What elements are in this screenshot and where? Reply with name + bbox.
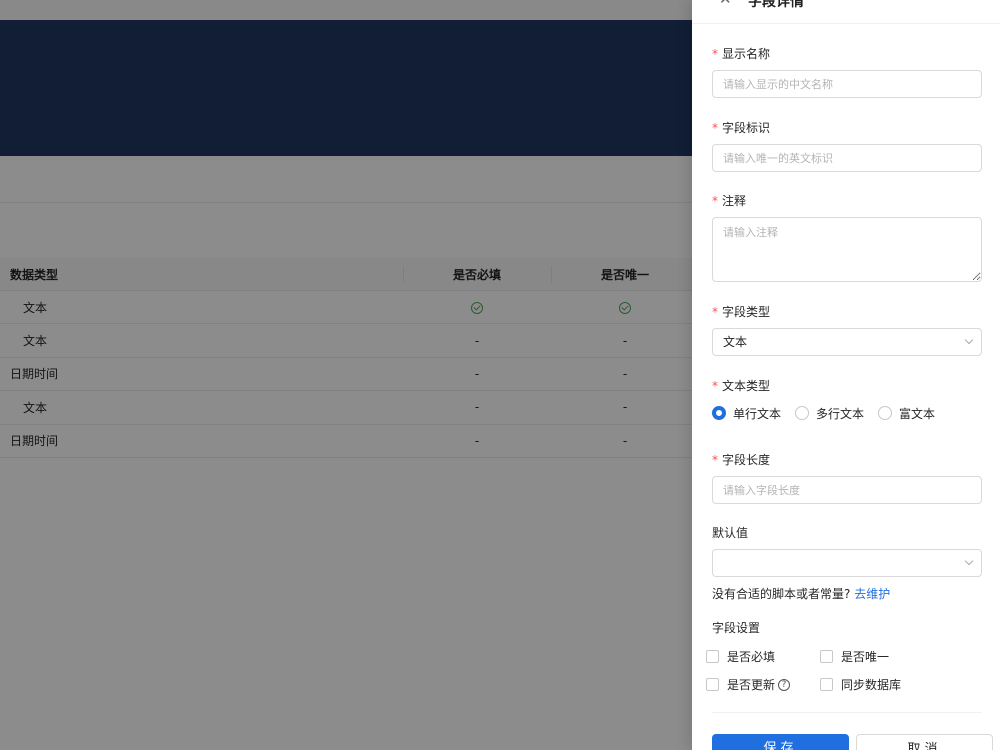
required-mark: *	[712, 121, 718, 135]
field-settings-label: 字段设置	[712, 621, 761, 635]
hint-text: 没有合适的脚本或者常量?	[712, 587, 851, 601]
field-id-input[interactable]	[712, 144, 982, 172]
chevron-down-icon	[964, 335, 974, 345]
maintain-link[interactable]: 去维护	[854, 587, 890, 601]
chevron-down-icon	[964, 556, 974, 566]
checkbox-required[interactable]: 是否必填	[706, 648, 820, 665]
display-name-label: * 显示名称	[712, 47, 771, 61]
radio-single-line[interactable]: 单行文本	[712, 405, 781, 422]
required-mark: *	[712, 379, 718, 393]
field-id-label: * 字段标识	[712, 121, 771, 135]
settings-row-1: 是否必填 是否唯一	[706, 648, 934, 665]
checkbox-sync-database[interactable]: 同步数据库	[820, 676, 934, 693]
default-value-select[interactable]	[712, 549, 982, 577]
required-mark: *	[712, 194, 718, 208]
close-icon[interactable]: ✕	[719, 0, 732, 8]
settings-row-2: 是否更新? 同步数据库	[706, 676, 934, 693]
radio-unchecked-icon	[878, 406, 893, 420]
checkbox-updatable[interactable]: 是否更新?	[706, 676, 820, 693]
checkbox-box	[706, 650, 719, 663]
save-button[interactable]: 保存	[712, 734, 849, 750]
radio-checked-icon	[712, 406, 726, 420]
display-name-input[interactable]	[712, 70, 982, 98]
comment-field: * 注释	[712, 193, 982, 285]
text-type-field: * 文本类型 单行文本 多行文本 富文本	[712, 378, 982, 422]
radio-unchecked-icon	[795, 406, 810, 420]
text-type-label: * 文本类型	[712, 379, 771, 393]
field-detail-drawer: ✕ 字段详情 *显示名称 *字段标识 *注释 *字段类型 文本 *文本类型 单行…	[692, 0, 1000, 750]
checkbox-box	[820, 678, 833, 691]
drawer-header: ✕ 字段详情	[692, 0, 1000, 24]
comment-label: * 注释	[712, 194, 747, 208]
field-settings-section: 字段设置	[712, 620, 982, 636]
footer-divider	[712, 712, 982, 713]
radio-multi-line[interactable]: 多行文本	[795, 405, 864, 422]
required-mark: *	[712, 453, 718, 467]
field-length-input[interactable]	[712, 476, 982, 504]
radio-rich-text[interactable]: 富文本	[878, 405, 935, 422]
field-length-label: * 字段长度	[712, 453, 771, 467]
cancel-button[interactable]: 取消	[856, 734, 993, 750]
checkbox-unique[interactable]: 是否唯一	[820, 648, 934, 665]
field-type-value: 文本	[723, 335, 748, 349]
display-name-field: * 显示名称	[712, 46, 982, 98]
field-type-select[interactable]: 文本	[712, 328, 982, 356]
checkbox-box	[820, 650, 833, 663]
required-mark: *	[712, 47, 718, 61]
field-type-field: * 字段类型 文本	[712, 304, 982, 356]
field-id-field: * 字段标识	[712, 120, 982, 172]
required-mark: *	[712, 305, 718, 319]
text-type-radio-group: 单行文本 多行文本 富文本	[712, 404, 982, 422]
checkbox-box	[706, 678, 719, 691]
default-value-label: 默认值	[712, 526, 749, 540]
maintain-hint: 没有合适的脚本或者常量? 去维护	[712, 585, 982, 602]
field-length-field: * 字段长度	[712, 452, 982, 504]
default-value-field: 默认值 没有合适的脚本或者常量? 去维护	[712, 525, 982, 602]
question-circle-icon[interactable]: ?	[778, 678, 791, 691]
comment-textarea[interactable]	[712, 217, 982, 282]
field-type-label: * 字段类型	[712, 305, 771, 319]
drawer-title: 字段详情	[748, 0, 804, 10]
